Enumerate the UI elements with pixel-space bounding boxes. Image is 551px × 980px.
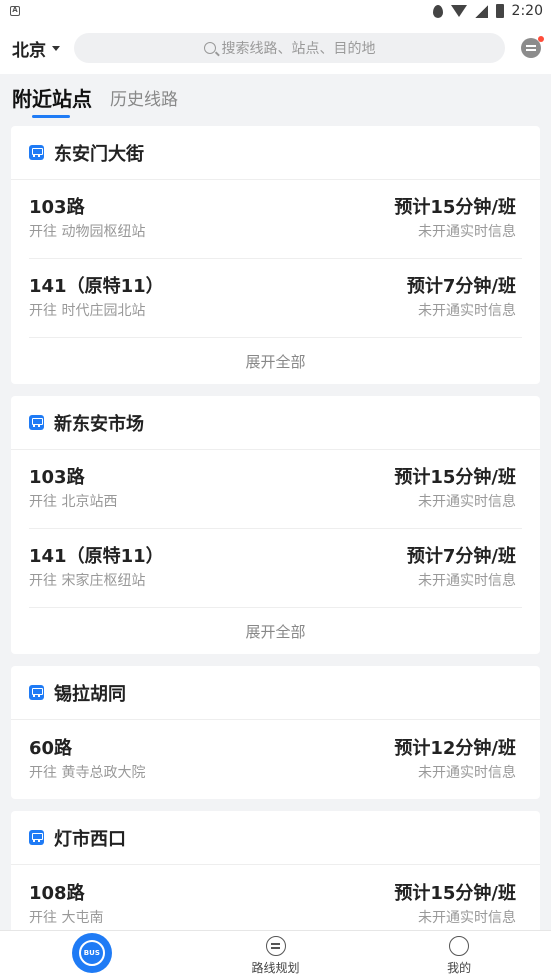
bus-nav-label: BUS [78, 940, 105, 966]
realtime-status: 未开通实时信息 [418, 909, 516, 926]
route-row[interactable]: 141（原特11） 开往 时代庄园北站 预计7分钟/班 未开通实时信息 [29, 259, 522, 338]
route-eta: 预计7分钟/班 [406, 546, 516, 567]
station-card: 锡拉胡同 60路 开往 黄寺总政大院 预计12分钟/班 未开通实时信息 [11, 666, 540, 799]
route-destination: 开往 时代庄园北站 [29, 303, 146, 319]
bus-stop-icon [29, 145, 44, 160]
expand-all-button[interactable]: 展开全部 [11, 338, 540, 384]
route-name: 60路 [29, 737, 73, 759]
route-row[interactable]: 103路 开往 北京站西 预计15分钟/班 未开通实时信息 [29, 450, 522, 529]
search-placeholder: 搜索线路、站点、目的地 [221, 41, 376, 57]
nav-me-label: 我的 [447, 961, 472, 975]
route-name: 103路 [29, 467, 85, 488]
route-eta: 预计7分钟/班 [406, 276, 516, 297]
status-time: 2:20 [511, 3, 543, 19]
route-row[interactable]: 103路 开往 动物园枢纽站 预计15分钟/班 未开通实时信息 [29, 180, 522, 259]
route-eta: 预计15分钟/班 [394, 882, 516, 904]
route-name: 103路 [29, 197, 85, 218]
route-destination: 开往 北京站西 [29, 494, 118, 510]
station-name: 锡拉胡同 [54, 683, 126, 705]
route-name: 141（原特11） [29, 276, 164, 297]
status-bar: A 2:20 [0, 0, 551, 22]
station-name: 东安门大街 [54, 143, 144, 165]
search-input[interactable]: 搜索线路、站点、目的地 [74, 33, 505, 63]
station-card: 灯市西口 108路 开往 大屯南 预计15分钟/班 未开通实时信息 [11, 811, 540, 944]
station-name: 灯市西口 [54, 828, 126, 850]
status-icons: 2:20 [432, 3, 543, 19]
station-card: 东安门大街 103路 开往 动物园枢纽站 预计15分钟/班 未开通实时信息 14… [11, 126, 540, 384]
app-notification-icon: A [10, 6, 20, 16]
expand-all-button[interactable]: 展开全部 [11, 608, 540, 654]
caret-down-icon [52, 45, 60, 51]
route-eta: 预计15分钟/班 [394, 197, 516, 218]
route-row[interactable]: 141（原特11） 开往 宋家庄枢纽站 预计7分钟/班 未开通实时信息 [29, 529, 522, 608]
message-icon[interactable] [521, 36, 544, 58]
route-row[interactable]: 60路 开往 黄寺总政大院 预计12分钟/班 未开通实时信息 [29, 720, 522, 799]
tab-history-routes[interactable]: 历史线路 [110, 85, 178, 122]
station-name: 新东安市场 [54, 413, 144, 435]
route-destination: 开往 宋家庄枢纽站 [29, 573, 146, 589]
realtime-status: 未开通实时信息 [418, 224, 516, 240]
station-card: 新东安市场 103路 开往 北京站西 预计15分钟/班 未开通实时信息 141（… [11, 396, 540, 654]
nav-route-plan-label: 路线规划 [251, 961, 300, 975]
tab-nearby-stops[interactable]: 附近站点 [12, 83, 92, 122]
user-icon [449, 936, 470, 956]
city-selector[interactable]: 北京 [12, 36, 60, 61]
route-eta: 预计15分钟/班 [394, 467, 516, 488]
station-header[interactable]: 东安门大街 [11, 126, 540, 180]
bus-nav-icon: BUS [71, 933, 112, 973]
bus-stop-icon [29, 685, 44, 700]
route-eta: 预计12分钟/班 [394, 737, 516, 759]
nav-route-plan[interactable]: 路线规划 [184, 931, 368, 980]
top-header: 北京 搜索线路、站点、目的地 [0, 22, 551, 74]
search-icon [203, 42, 216, 54]
tab-bar: 附近站点 历史线路 [0, 74, 551, 122]
station-header[interactable]: 灯市西口 [11, 811, 540, 865]
city-label: 北京 [12, 40, 46, 61]
route-destination: 开往 大屯南 [29, 909, 104, 926]
bus-stop-icon [29, 830, 44, 845]
route-name: 108路 [29, 882, 85, 904]
realtime-status: 未开通实时信息 [418, 573, 516, 589]
nav-bus[interactable]: BUS [0, 931, 184, 980]
bus-stop-icon [29, 415, 44, 430]
signal-icon [474, 4, 488, 18]
realtime-status: 未开通实时信息 [418, 303, 516, 319]
route-destination: 开往 动物园枢纽站 [29, 224, 146, 240]
station-header[interactable]: 锡拉胡同 [11, 666, 540, 720]
realtime-status: 未开通实时信息 [418, 494, 516, 510]
route-destination: 开往 黄寺总政大院 [29, 764, 146, 781]
realtime-status: 未开通实时信息 [418, 764, 516, 781]
nav-me[interactable]: 我的 [367, 931, 551, 980]
route-plan-icon [265, 936, 286, 956]
wifi-icon [450, 5, 467, 17]
route-name: 141（原特11） [29, 546, 164, 567]
station-list: 东安门大街 103路 开往 动物园枢纽站 预计15分钟/班 未开通实时信息 14… [0, 122, 551, 944]
battery-icon [495, 4, 504, 18]
station-header[interactable]: 新东安市场 [11, 396, 540, 450]
bottom-nav: BUS 路线规划 我的 [0, 930, 551, 980]
location-icon [432, 4, 443, 18]
